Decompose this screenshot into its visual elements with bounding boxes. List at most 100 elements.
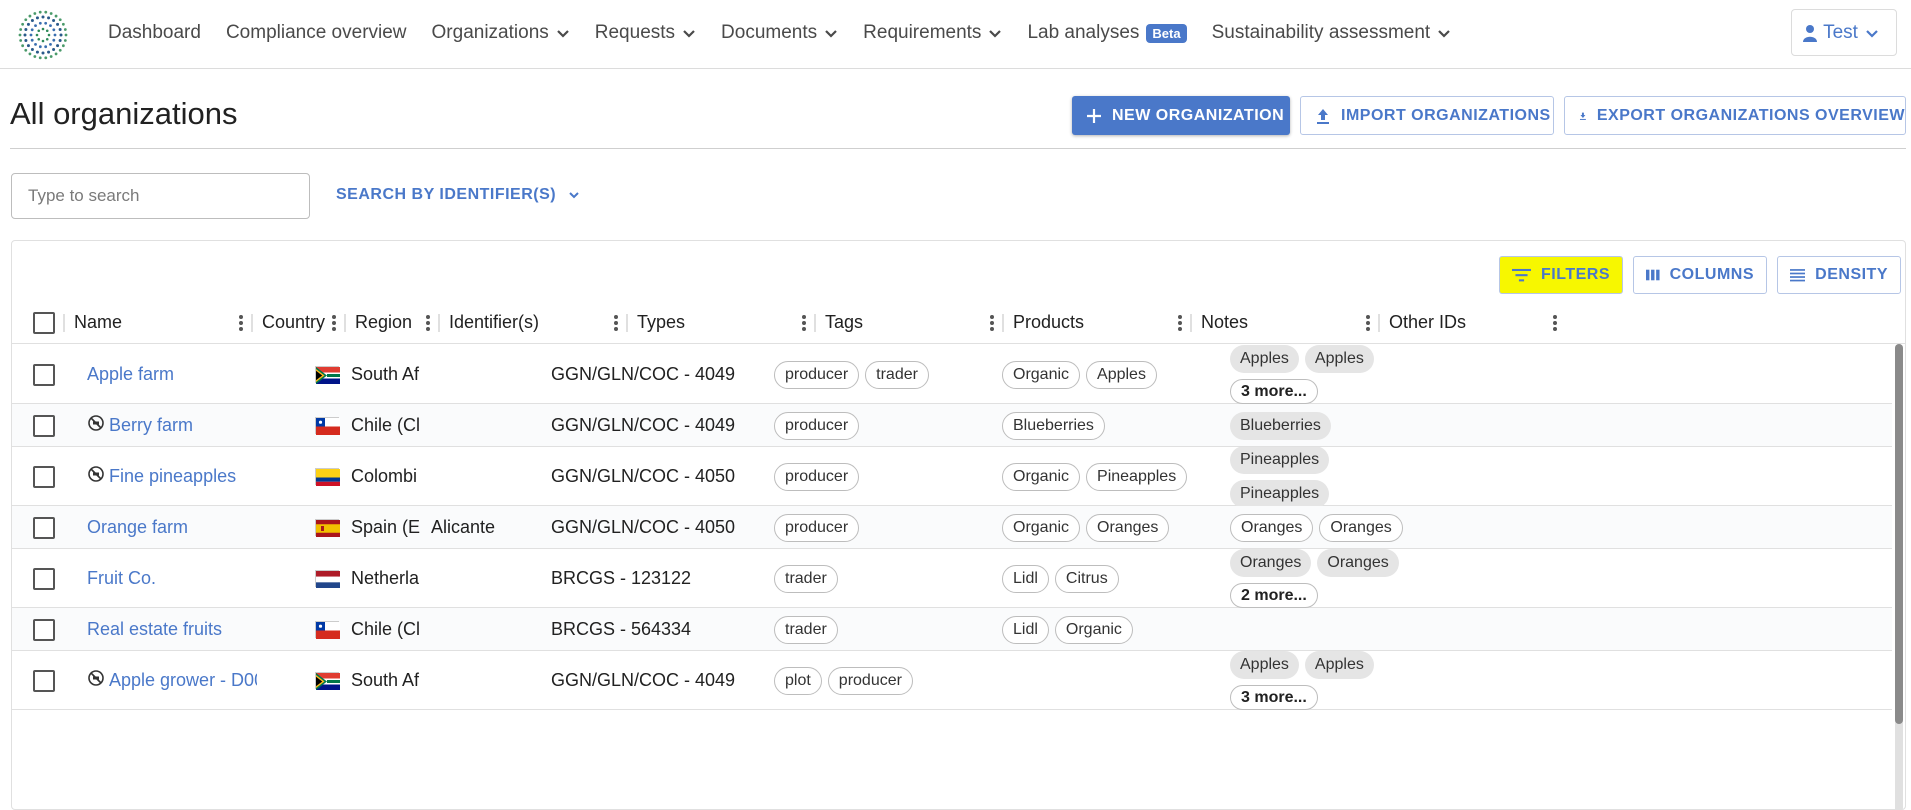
column-header-other-ids[interactable]: Other IDs — [1389, 301, 1466, 344]
table-row[interactable]: Berry farm Chile (Cl GGN/GLN/COC - 4049… pr… — [12, 404, 1892, 447]
column-separator[interactable] — [1190, 314, 1192, 332]
more-products-chip[interactable]: 2 more... — [1230, 583, 1318, 608]
table-row[interactable]: Apple grower - D001 South Af GGN/GLN/COC -… — [12, 651, 1892, 710]
organization-name-link[interactable]: Berry farm — [109, 415, 193, 436]
columns-button[interactable]: COLUMNS — [1633, 256, 1767, 294]
import-organizations-label: IMPORT ORGANIZATIONS — [1341, 106, 1551, 124]
tags-cell: Lidl Organic — [1002, 608, 1139, 651]
products-cell: Apples Apples 3 more... — [1230, 345, 1380, 404]
column-header-notes[interactable]: Notes — [1201, 301, 1248, 344]
filter-icon — [1512, 268, 1532, 282]
column-separator[interactable] — [626, 314, 628, 332]
column-separator[interactable] — [438, 314, 440, 332]
nav-item-documents[interactable]: Documents — [721, 22, 838, 44]
table-row[interactable]: Apple farm South Af GGN/GLN/COC - 4049… pro… — [12, 345, 1892, 404]
user-menu-button[interactable]: Test — [1791, 9, 1897, 56]
products-cell: Apples Apples 3 more... — [1230, 651, 1380, 710]
flag-cl-icon — [315, 417, 340, 435]
column-separator[interactable] — [344, 314, 346, 332]
column-separator[interactable] — [1002, 314, 1004, 332]
nav-menu: Dashboard Compliance overview Organization… — [108, 0, 1476, 66]
column-menu-icon[interactable] — [801, 314, 807, 332]
row-checkbox[interactable] — [33, 567, 55, 590]
flag-es-icon — [315, 519, 340, 537]
column-header-country[interactable]: Country — [262, 301, 325, 344]
export-organizations-button[interactable]: EXPORT ORGANIZATIONS OVERVIEW — [1564, 96, 1906, 135]
type-chip: plot — [774, 666, 822, 695]
page-title: All organizations — [10, 96, 238, 131]
nav-item-organizations[interactable]: Organizations — [432, 22, 570, 44]
tags-cell: Blueberries — [1002, 404, 1111, 447]
nav-item-dashboard[interactable]: Dashboard — [108, 22, 201, 44]
filters-button[interactable]: FILTERS — [1499, 256, 1623, 294]
vertical-scrollbar-thumb[interactable] — [1895, 344, 1903, 724]
organization-name-link[interactable]: Fruit Co. — [87, 568, 156, 589]
export-organizations-label: EXPORT ORGANIZATIONS OVERVIEW — [1596, 106, 1905, 124]
organization-name-link[interactable]: Orange farm — [87, 517, 188, 538]
column-separator[interactable] — [63, 314, 65, 332]
flag-nl-icon — [315, 570, 340, 588]
tag-chip: Organic — [1002, 360, 1081, 389]
organization-name-link[interactable]: Apple grower - D001 — [109, 670, 257, 691]
tags-cell: Organic Pineapples — [1002, 447, 1193, 506]
row-checkbox[interactable] — [33, 363, 55, 386]
country-name: Spain (E — [351, 517, 421, 537]
tag-chip: Citrus — [1054, 564, 1119, 593]
column-menu-icon[interactable] — [331, 314, 337, 332]
column-header-products[interactable]: Products — [1013, 301, 1084, 344]
row-checkbox[interactable] — [33, 516, 55, 539]
country-cell: South Af — [315, 651, 421, 710]
types-cell: plot producer — [774, 651, 919, 710]
search-input[interactable] — [11, 173, 310, 219]
table-row[interactable]: Fine pineapples Colombi GGN/GLN/COC - 4050… — [12, 447, 1892, 506]
column-separator[interactable] — [814, 314, 816, 332]
column-menu-icon[interactable] — [1365, 314, 1371, 332]
table-row[interactable]: Orange farm Spain (E Alicante GGN/GLN/COC -… — [12, 506, 1892, 549]
row-checkbox[interactable] — [33, 618, 55, 641]
nav-item-label: Lab analyses — [1027, 22, 1140, 43]
nav-item-compliance-overview[interactable]: Compliance overview — [226, 22, 407, 44]
tag-chip: Lidl — [1002, 615, 1049, 644]
plus-icon — [1087, 108, 1101, 123]
select-all-checkbox[interactable] — [33, 312, 55, 334]
column-menu-icon[interactable] — [613, 314, 619, 332]
search-by-identifier-button[interactable]: SEARCH BY IDENTIFIER(S) — [336, 186, 580, 204]
top-nav: Dashboard Compliance overview Organization… — [0, 0, 1911, 69]
column-separator[interactable] — [251, 314, 253, 332]
row-checkbox[interactable] — [33, 465, 55, 488]
row-checkbox[interactable] — [33, 414, 55, 437]
column-menu-icon[interactable] — [1177, 314, 1183, 332]
row-checkbox[interactable] — [33, 669, 55, 692]
organization-name-link[interactable]: Fine pineapples — [109, 466, 236, 487]
column-menu-icon[interactable] — [989, 314, 995, 332]
column-separator[interactable] — [1378, 314, 1380, 332]
density-button[interactable]: DENSITY — [1777, 256, 1901, 294]
import-organizations-button[interactable]: IMPORT ORGANIZATIONS — [1300, 96, 1554, 135]
beta-badge: Beta — [1146, 23, 1187, 43]
column-header-name[interactable]: Name — [74, 301, 122, 344]
column-header-tags[interactable]: Tags — [825, 301, 863, 344]
column-menu-icon[interactable] — [1552, 314, 1558, 332]
nav-item-lab-analyses[interactable]: Lab analyses Beta — [1027, 22, 1187, 44]
name-cell: Orange farm — [87, 506, 257, 549]
new-organization-button[interactable]: NEW ORGANIZATION — [1072, 96, 1290, 135]
table-row[interactable]: Real estate fruits Chile (Cl BRCGS - 56433… — [12, 608, 1892, 651]
column-menu-icon[interactable] — [238, 314, 244, 332]
table-row[interactable]: Fruit Co. Netherla BRCGS - 123122 trader Lid… — [12, 549, 1892, 608]
product-chip: Apples — [1230, 345, 1299, 373]
column-header-types[interactable]: Types — [637, 301, 685, 344]
nav-item-label: Dashboard — [108, 22, 201, 43]
more-products-chip[interactable]: 3 more... — [1230, 685, 1318, 710]
column-header-identifier-s-[interactable]: Identifier(s) — [449, 301, 539, 344]
nav-item-requests[interactable]: Requests — [595, 22, 696, 44]
nav-item-sustainability-assessment[interactable]: Sustainability assessment — [1212, 22, 1452, 44]
column-header-region[interactable]: Region — [355, 301, 412, 344]
organization-name-link[interactable]: Real estate fruits — [87, 619, 222, 640]
app-logo[interactable] — [18, 10, 68, 60]
column-menu-icon[interactable] — [425, 314, 431, 332]
tags-cell: Organic Apples — [1002, 345, 1163, 404]
more-products-chip[interactable]: 3 more... — [1230, 379, 1318, 404]
nav-item-requirements[interactable]: Requirements — [863, 22, 1002, 44]
product-chip: Oranges — [1230, 513, 1314, 542]
organization-name-link[interactable]: Apple farm — [87, 364, 174, 385]
